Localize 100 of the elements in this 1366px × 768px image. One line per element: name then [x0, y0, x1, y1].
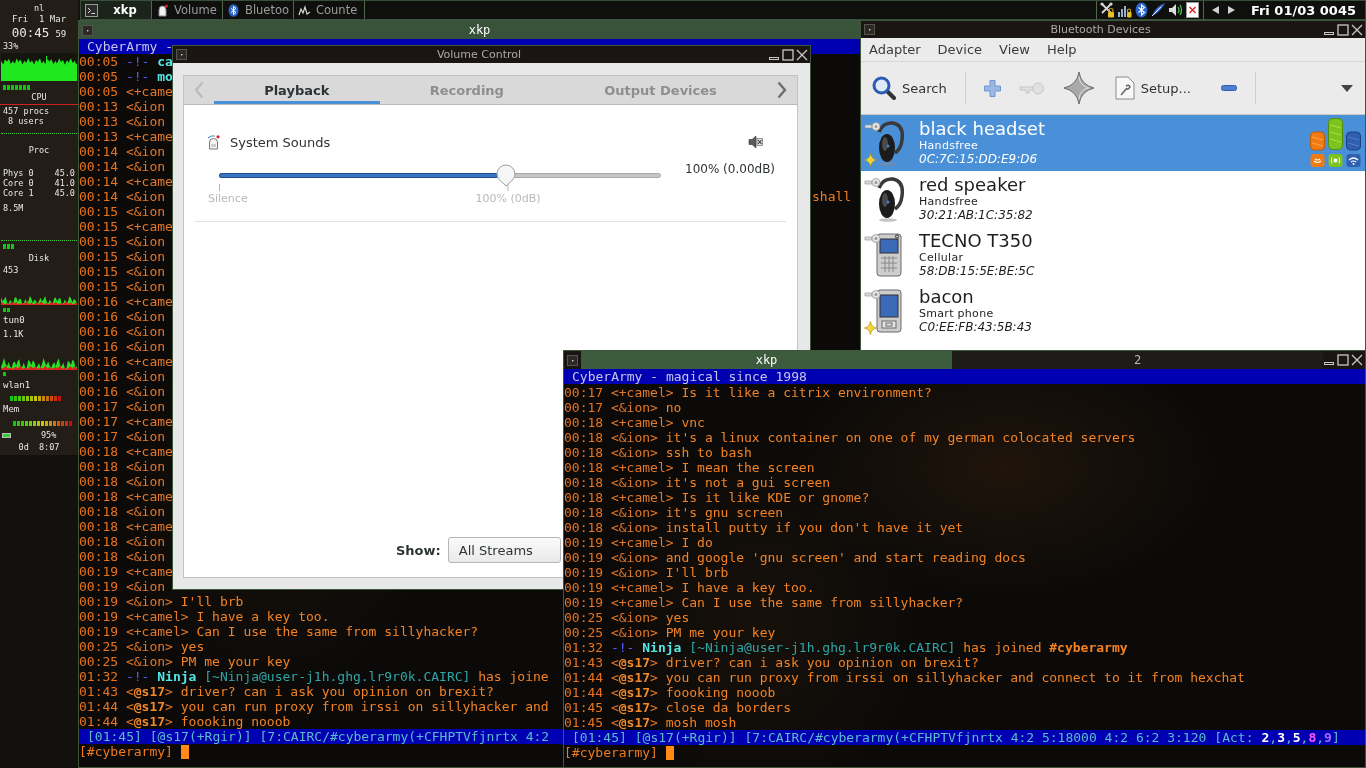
- led-indicator-icon: [3, 244, 14, 249]
- chat-line: 01:32 -!- Ninja [~Ninja@user-j1h.ghg.lr9r0k.CAIRC] has joine: [79, 669, 549, 684]
- channel-topic: CyberArmy - magical since 1998: [564, 369, 1365, 384]
- chat-line: 00:25 <&ion> PM me your key: [564, 625, 776, 640]
- close-icon[interactable]: [1351, 23, 1363, 36]
- chat-line: 00:16 <&ion: [79, 384, 166, 399]
- menu-item[interactable]: Adapter: [861, 42, 930, 57]
- chat-line: 00:18 <&ion: [79, 459, 166, 474]
- chat-line: 00:18 <&ion> it's a linux container on one of my german colocated servers: [564, 430, 1136, 445]
- led-indicator-icon: [3, 308, 10, 312]
- menu-item[interactable]: Help: [1038, 42, 1086, 57]
- device-row[interactable]: TECNO T350 Cellular 58:DB:15:5E:BE:5C: [861, 227, 1365, 283]
- chat-line: 00:25 <&ion> yes: [79, 639, 205, 654]
- tools-padlock-icon[interactable]: [1099, 2, 1115, 18]
- proc-label: Proc: [28, 144, 50, 156]
- minus-icon[interactable]: [1220, 85, 1237, 91]
- document-wrench-icon: [1114, 76, 1135, 100]
- input-field[interactable]: [#cyberarmy]: [564, 745, 1365, 760]
- menu-item[interactable]: View: [991, 42, 1039, 57]
- chat-line: 00:19 <+camel> Can I use the same from sillyhacker?: [564, 595, 964, 610]
- chat-line: 00:18 <&ion> ssh to bash: [564, 445, 752, 460]
- speaker-cross-icon[interactable]: [748, 135, 763, 149]
- chat-line: 00:18 <&ion> install putty if you don't have it yet: [564, 520, 964, 535]
- window-tab[interactable]: xkp: [581, 351, 952, 369]
- four-point-star-icon[interactable]: [1062, 71, 1095, 105]
- feather-icon[interactable]: [1150, 2, 1166, 18]
- status-text: [@s17(+Rgir)]: [634, 730, 737, 745]
- uptime-label: 0d 8:07: [18, 442, 60, 453]
- close-icon[interactable]: [1351, 354, 1363, 366]
- clock-label: Fri 01/03 0045: [1249, 1, 1357, 19]
- taskbar-button[interactable]: Bluetoo: [223, 1, 294, 19]
- chat-line: 00:19 <+camel> I have a key too.: [564, 580, 815, 595]
- window-tab[interactable]: 2: [952, 351, 1323, 369]
- maximize-icon[interactable]: [1337, 23, 1349, 36]
- taskbar-button[interactable]: xkp: [81, 1, 152, 19]
- close-icon[interactable]: [796, 48, 808, 61]
- chat-line: 00:15 <&ion: [79, 249, 166, 264]
- maximize-icon[interactable]: [1337, 354, 1349, 366]
- stream-filter-dropdown[interactable]: All Streams: [447, 537, 561, 563]
- triangle-right-icon[interactable]: [1227, 6, 1235, 14]
- window-title: xkp: [468, 23, 491, 37]
- disk-label: Disk: [28, 252, 50, 264]
- setup-button[interactable]: Setup...: [1114, 76, 1191, 100]
- window-menu-icon[interactable]: [567, 354, 578, 366]
- bluetooth-icon: [227, 3, 240, 17]
- show-label: Show:: [396, 542, 441, 558]
- device-name: bacon: [919, 287, 975, 307]
- chat-line: 00:16 <&ion: [79, 309, 166, 324]
- speaker-icon[interactable]: [1167, 2, 1183, 18]
- chat-line: 00:19 <+came: [79, 564, 173, 579]
- chat-line: 00:18 <&ion> it's gnu screen: [564, 505, 784, 520]
- chat-line: 00:17 <+came: [79, 414, 173, 429]
- device-type: Handsfree: [919, 139, 980, 152]
- tab[interactable]: Playback: [214, 76, 380, 104]
- search-button[interactable]: Search: [872, 76, 947, 100]
- user-count: 8 users: [8, 116, 44, 126]
- chat-line: 00:16 <&ion: [79, 324, 166, 339]
- chat-line: 00:19 <&ion> I'll brb: [79, 594, 244, 609]
- chat-line: 00:19 <+camel> I have a key too.: [79, 609, 330, 624]
- document-error-icon[interactable]: [1184, 2, 1200, 18]
- activity-label: [Act:: [1214, 730, 1254, 745]
- device-row[interactable]: bacon Smart phone C0:EE:FB:43:5B:43: [861, 283, 1365, 339]
- chat-line: 00:18 <+camel> Is it like KDE or gnome?: [564, 490, 870, 505]
- status-text: [7:CAIRC/#cyberarmy(+CFHPTVfjnrtx 4:2 5:18000 4:2 6:2 3:120: [744, 730, 1207, 745]
- window-menu-icon[interactable]: [176, 49, 187, 60]
- chat-line: 00:17 <&ion: [79, 399, 166, 414]
- chat-line: 00:13 <&ion: [79, 99, 166, 114]
- cpu-reading: 33%: [3, 40, 19, 52]
- date-label: Fri 1 Mar: [11, 13, 67, 25]
- chat-line: 00:14 <&ion: [79, 144, 166, 159]
- chat-line: 00:18 <&ion: [79, 504, 166, 519]
- sensor-value: 45.0: [54, 168, 75, 178]
- caret-down-icon[interactable]: [1341, 84, 1353, 92]
- chat-line: 00:25 <&ion> PM me your key: [79, 654, 291, 669]
- chat-line: 00:17 <&ion> no: [564, 400, 682, 415]
- chat-line: 00:16 <+came: [79, 294, 173, 309]
- menu-item[interactable]: Device: [929, 42, 992, 57]
- activity-number: 2,: [1261, 730, 1278, 745]
- device-row[interactable]: red speaker Handsfree 30:21:AB:1C:35:82: [861, 171, 1365, 227]
- taskbar-button[interactable]: Counte: [294, 1, 365, 19]
- taskbar-button[interactable]: Volume: [152, 1, 223, 19]
- scale-mark: Silence: [208, 184, 248, 205]
- chevron-right-icon[interactable]: [777, 81, 787, 99]
- chat-line: 00:16 <&ion: [79, 339, 166, 354]
- cursor-icon: [180, 744, 189, 759]
- network-reading: 1.1K: [3, 329, 24, 339]
- chat-line: 01:44 <@s17> foooking nooob: [564, 685, 776, 700]
- plus-icon[interactable]: [983, 79, 1001, 97]
- maximize-icon[interactable]: [782, 48, 794, 61]
- chat-line: 01:44 <@s17> you can run proxy from irssi on sillyhacker and: [79, 699, 549, 714]
- clock-time: 00:45: [11, 25, 50, 40]
- triangle-left-icon[interactable]: [1211, 6, 1219, 14]
- slider-handle[interactable]: [496, 163, 516, 187]
- activity-number: 3,: [1277, 730, 1293, 745]
- network-label: tun0: [3, 315, 25, 326]
- chat-line: 00:13 <+came: [79, 129, 173, 144]
- chat-line: 01:45 <@s17> close da borders: [564, 700, 791, 715]
- window-menu-icon[interactable]: [864, 24, 875, 35]
- bluetooth-icon[interactable]: [1133, 2, 1149, 18]
- device-address: 58:DB:15:5E:BE:5C: [919, 264, 1035, 279]
